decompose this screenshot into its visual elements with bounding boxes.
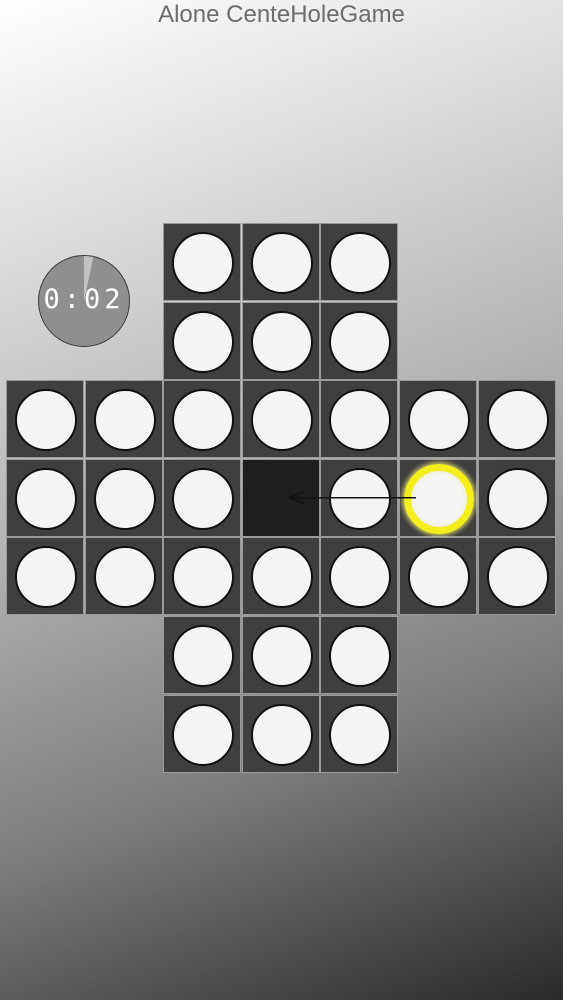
peg[interactable] — [329, 232, 392, 294]
peg[interactable] — [329, 703, 392, 766]
game-board — [0, 0, 563, 1000]
board-cell[interactable] — [163, 458, 242, 537]
board-cell[interactable] — [163, 301, 242, 380]
peg[interactable] — [250, 389, 313, 452]
board-cell[interactable] — [320, 301, 399, 380]
selected-peg[interactable] — [404, 463, 474, 534]
board-cell[interactable] — [163, 694, 242, 773]
board-cell[interactable] — [241, 223, 320, 301]
board-cell[interactable] — [84, 537, 163, 616]
peg[interactable] — [329, 546, 392, 609]
peg[interactable] — [172, 389, 235, 452]
board-cell[interactable] — [241, 694, 320, 773]
peg[interactable] — [15, 389, 77, 452]
board-cell[interactable] — [163, 537, 242, 616]
board-cell[interactable] — [320, 380, 399, 459]
board-cell[interactable] — [399, 380, 477, 459]
peg[interactable] — [250, 703, 313, 766]
board-cell[interactable] — [241, 380, 320, 459]
peg[interactable] — [486, 546, 549, 609]
peg[interactable] — [250, 232, 313, 294]
peg[interactable] — [15, 546, 77, 609]
peg[interactable] — [172, 625, 235, 687]
board-cell[interactable] — [6, 458, 84, 537]
board-cell[interactable] — [477, 537, 556, 616]
peg[interactable] — [172, 310, 235, 373]
board-cell[interactable] — [84, 458, 163, 537]
board-cell[interactable] — [6, 380, 84, 459]
peg[interactable] — [329, 625, 392, 687]
peg[interactable] — [329, 310, 392, 373]
board-cell[interactable] — [241, 616, 320, 694]
board-cell[interactable] — [163, 380, 242, 459]
peg[interactable] — [250, 310, 313, 373]
peg[interactable] — [172, 546, 235, 609]
peg[interactable] — [250, 625, 313, 687]
peg[interactable] — [93, 389, 156, 452]
empty-hole[interactable] — [241, 458, 320, 537]
board-cell[interactable] — [477, 458, 556, 537]
peg[interactable] — [408, 389, 470, 452]
board-cell[interactable] — [6, 537, 84, 616]
peg[interactable] — [250, 546, 313, 609]
peg[interactable] — [486, 467, 549, 530]
peg[interactable] — [172, 467, 235, 530]
peg[interactable] — [486, 389, 549, 452]
board-cell[interactable] — [320, 694, 399, 773]
peg[interactable] — [93, 546, 156, 609]
board-cell[interactable] — [399, 537, 477, 616]
board-cell[interactable] — [163, 223, 242, 301]
board-cell[interactable] — [320, 616, 399, 694]
peg[interactable] — [172, 232, 235, 294]
board-cell[interactable] — [241, 537, 320, 616]
peg[interactable] — [93, 467, 156, 530]
board-cell[interactable] — [241, 301, 320, 380]
board-cell[interactable] — [477, 380, 556, 459]
peg[interactable] — [408, 546, 470, 609]
peg[interactable] — [15, 467, 77, 530]
board-cell[interactable] — [320, 458, 399, 537]
board-cell[interactable] — [163, 616, 242, 694]
board-cell[interactable] — [84, 380, 163, 459]
board-cell[interactable] — [320, 537, 399, 616]
board-cell[interactable] — [399, 458, 477, 537]
peg[interactable] — [329, 389, 392, 452]
peg[interactable] — [329, 467, 392, 530]
peg[interactable] — [172, 703, 235, 766]
board-cell[interactable] — [320, 223, 399, 301]
